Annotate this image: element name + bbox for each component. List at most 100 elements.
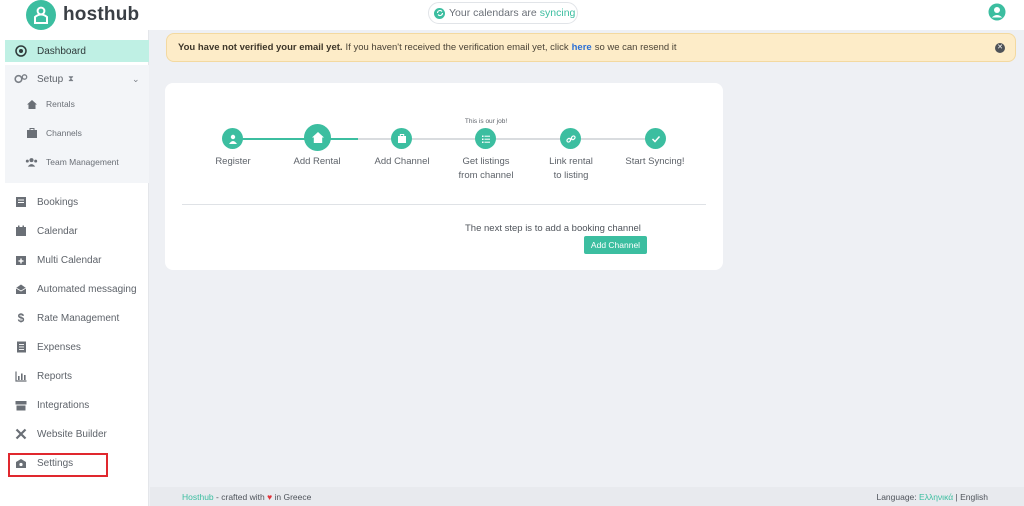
link-icon: [565, 134, 576, 143]
hourglass-icon: ⧗: [68, 74, 74, 83]
step-label-line: Add Rental: [293, 156, 341, 167]
step-label-line: Register: [215, 156, 251, 167]
step-label-add-rental: Add Rental: [277, 155, 357, 169]
step-label-register: Register: [193, 155, 273, 169]
language-english[interactable]: English: [960, 492, 988, 502]
language-greek-link[interactable]: Ελληνικά: [919, 492, 953, 502]
sidebar-item-label: Dashboard: [37, 45, 86, 57]
home-icon: [311, 132, 324, 143]
sidebar-item-automated-messaging[interactable]: Automated messaging: [5, 278, 149, 300]
refresh-icon: [434, 7, 445, 19]
card-divider: [182, 204, 706, 205]
channels-icon: [25, 127, 38, 140]
sidebar-item-integrations[interactable]: Integrations: [5, 394, 149, 416]
sidebar-item-label: Website Builder: [37, 428, 107, 440]
sidebar-item-label: Expenses: [37, 341, 81, 353]
onboarding-card: This is our job! Register Add Rental Add…: [165, 83, 723, 270]
next-step-text: The next step is to add a booking channe…: [465, 223, 641, 234]
sidebar-item-label: Rate Management: [37, 312, 120, 324]
language-switcher: Language: Ελληνικά | English: [876, 492, 988, 502]
users-icon: [25, 156, 38, 169]
email-verification-alert: You have not verified your email yet. If…: [166, 33, 1016, 62]
step-label-start-syncing: Start Syncing!: [615, 155, 695, 169]
step-label-link-rental: Link rental to listing: [531, 155, 611, 183]
user-circle-icon[interactable]: [988, 3, 1006, 21]
footer-credits: Hosthub - crafted with ♥ in Greece: [182, 492, 311, 502]
sidebar-item-label: Bookings: [37, 196, 79, 208]
step-label-line: Link rental: [549, 156, 593, 167]
hosthub-logo[interactable]: hosthub: [26, 0, 139, 30]
step-add-rental-circle: [304, 124, 331, 151]
gears-icon: [14, 72, 28, 86]
sidebar-subitem-channels[interactable]: Channels: [5, 123, 149, 143]
alert-text: If you haven't received the verification…: [345, 42, 569, 53]
sidebar-item-label: Setup: [37, 73, 64, 85]
step-add-channel-circle: [391, 128, 412, 149]
step-label-line: to listing: [553, 170, 589, 181]
store-icon: [14, 398, 28, 412]
sidebar-item-label: Calendar: [37, 225, 78, 237]
sidebar-item-setup[interactable]: Setup ⧗ ⌄: [5, 68, 149, 90]
sidebar-item-bookings[interactable]: Bookings: [5, 191, 149, 213]
logo-icon: [26, 0, 56, 30]
job-note: This is our job!: [464, 118, 508, 125]
sidebar-item-label: Automated messaging: [37, 283, 137, 295]
sidebar: Dashboard Setup ⧗ ⌄ Rentals Channels Tea…: [0, 30, 149, 506]
channels-icon: [397, 133, 406, 143]
step-label-add-channel: Add Channel: [362, 155, 442, 169]
footer: Hosthub - crafted with ♥ in Greece Langu…: [150, 487, 1024, 506]
heart-icon: ♥: [267, 492, 273, 502]
check-icon: [651, 135, 660, 143]
sidebar-item-reports[interactable]: Reports: [5, 365, 149, 387]
sidebar-subitem-rentals[interactable]: Rentals: [5, 94, 149, 114]
sidebar-item-label: Integrations: [37, 399, 90, 411]
step-get-listings-circle: [475, 128, 496, 149]
user-icon: [228, 134, 237, 144]
step-label-line: from channel: [458, 170, 514, 181]
dashboard-icon: [14, 44, 28, 58]
sidebar-subitem-label: Team Management: [46, 157, 119, 167]
step-label-get-listings: Get listings from channel: [446, 155, 526, 183]
alert-suffix: so we can resend it: [594, 42, 677, 53]
sidebar-subitem-label: Rentals: [46, 99, 75, 109]
alert-bold-text: You have not verified your email yet.: [178, 42, 343, 53]
tools-icon: [14, 427, 28, 441]
step-label-line: Start Syncing!: [625, 156, 685, 167]
sidebar-item-calendar[interactable]: Calendar: [5, 220, 149, 242]
bar-chart-icon: [14, 369, 28, 383]
chevron-down-icon: ⌄: [132, 73, 140, 84]
receipt-icon: [14, 340, 28, 354]
resend-link[interactable]: here: [572, 42, 592, 53]
sidebar-subitem-label: Channels: [46, 128, 82, 138]
sync-status-pill[interactable]: Your calendars are syncing: [428, 2, 578, 24]
close-icon[interactable]: ✕: [995, 43, 1005, 53]
step-register-circle: [222, 128, 243, 149]
footer-location-text: in Greece: [274, 492, 312, 502]
language-label: Language:: [876, 492, 917, 502]
sidebar-item-expenses[interactable]: Expenses: [5, 336, 149, 358]
sidebar-item-label: Multi Calendar: [37, 254, 102, 266]
step-label-line: Add Channel: [374, 156, 430, 167]
progress-track-completed: [233, 138, 358, 140]
footer-crafted-text: - crafted with: [216, 492, 265, 502]
language-separator: |: [955, 492, 958, 502]
sidebar-item-dashboard[interactable]: Dashboard: [5, 40, 149, 62]
footer-brand-link[interactable]: Hosthub: [182, 492, 214, 502]
sidebar-item-website-builder[interactable]: Website Builder: [5, 423, 149, 445]
step-link-rental-circle: [560, 128, 581, 149]
step-label-line: Get listings: [462, 156, 510, 167]
settings-highlight-box: [8, 453, 108, 477]
list-icon: [481, 135, 490, 143]
brand-name: hosthub: [63, 4, 140, 25]
sidebar-subitem-team-management[interactable]: Team Management: [5, 152, 149, 172]
sidebar-item-multi-calendar[interactable]: Multi Calendar: [5, 249, 149, 271]
sidebar-item-rate-management[interactable]: $ Rate Management: [5, 307, 149, 329]
calendar-plus-icon: [14, 253, 28, 267]
envelope-open-icon: [14, 282, 28, 296]
add-channel-button[interactable]: Add Channel: [584, 236, 647, 254]
top-bar: hosthub Your calendars are syncing: [0, 0, 1024, 30]
list-icon: [14, 195, 28, 209]
sync-status-state: syncing: [539, 7, 576, 19]
home-icon: [25, 98, 38, 111]
sidebar-item-label: Reports: [37, 370, 73, 382]
